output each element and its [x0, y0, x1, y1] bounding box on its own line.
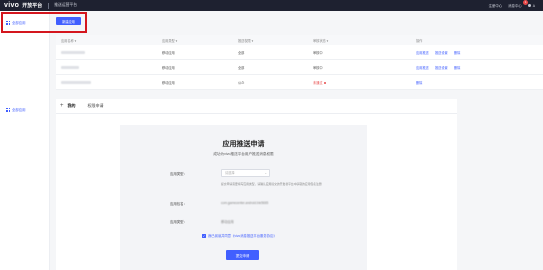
tab-permission-apply[interactable]: 权限申请 — [88, 103, 104, 109]
table-row: 移动应用 公众 未通过 删除 — [56, 75, 543, 90]
action-delete[interactable]: 删除 — [416, 80, 422, 85]
app-type: 移动应用 — [162, 66, 175, 70]
package-name-value: com.gamecenter.android.ble5665 — [221, 201, 269, 205]
review-status-rejected: 未通过 — [313, 80, 327, 85]
header-push-permission[interactable]: 推送权限 ▾ — [238, 38, 253, 43]
table-row: 移动应用 全部 审核中 应用推送 推送设置 删除 — [56, 45, 543, 60]
sidebar-item-label: 全部应用 — [12, 108, 26, 112]
select-placeholder: 请选择 — [225, 171, 235, 175]
user-avatar-icon — [527, 3, 532, 8]
app-type-value: 移动应用 — [221, 220, 234, 224]
tab-mine[interactable]: 我的 — [68, 103, 76, 109]
form-title: 应用推送申请 — [222, 141, 265, 148]
topbar-link-messages[interactable]: 消息中心 1 — [508, 0, 529, 8]
field-app-type-label: 应用类型： — [170, 220, 187, 224]
app-name-redacted — [61, 66, 79, 69]
header-app-name[interactable]: 应用名称 ▾ — [61, 38, 76, 43]
app-name-redacted — [61, 51, 85, 54]
action-app-push[interactable]: 应用推送 — [416, 50, 429, 55]
panel-tabs: + 我的 权限申请 — [56, 99, 457, 113]
app-type: 移动应用 — [162, 81, 175, 85]
divider — [56, 113, 457, 114]
header-review-status[interactable]: 审核状态 ▾ — [313, 38, 328, 43]
application-form: 应用推送申请 成功为vivo推送平台用户推送消息权限 应用类型： 请选择 ⌄ 提… — [120, 125, 367, 270]
chevron-down-icon: ⌄ — [264, 171, 267, 175]
action-delete[interactable]: 删除 — [454, 50, 460, 55]
warning-icon[interactable] — [323, 81, 327, 85]
add-icon[interactable]: + — [60, 103, 64, 109]
field-hint: 提交申请需要填写应用类型，请确认应用提交的开发者平台中获取的应用包名注册 — [221, 182, 322, 186]
product-name: 推送运营平台 — [54, 3, 78, 7]
app-type: 移动应用 — [162, 51, 175, 55]
highlight-box — [1, 12, 87, 33]
field-app-category-label: 应用类型： — [170, 172, 187, 176]
top-navigation-bar: vivo 开放平台 推送运营平台 注册中心 消息中心 1 A — [0, 0, 543, 11]
divider — [48, 2, 50, 9]
topbar-link-register[interactable]: 注册中心 — [489, 3, 503, 8]
checkbox-checked-icon[interactable]: ✓ — [202, 233, 206, 238]
app-category-select[interactable]: 请选择 ⌄ — [221, 169, 270, 177]
user-name: A — [532, 3, 535, 8]
vivo-logo[interactable]: vivo — [4, 2, 19, 9]
field-package-name-label: 应用包名： — [170, 202, 187, 206]
messages-label: 消息中心 — [508, 4, 522, 8]
permission-panel: + 我的 权限申请 应用推送申请 成功为vivo推送平台用户推送消息权限 应用类… — [56, 99, 457, 270]
review-status: 审核中 — [313, 66, 323, 70]
agreement-checkbox-row[interactable]: ✓ 我已阅读并同意《vivo消息推送平台服务协议》 — [202, 233, 277, 238]
topbar-actions: 注册中心 消息中心 1 A — [489, 0, 535, 11]
header-app-type[interactable]: 应用类型 ▾ — [162, 38, 177, 43]
action-push-settings[interactable]: 推送设置 — [435, 65, 448, 70]
form-subtitle: 成功为vivo推送平台用户推送消息权限 — [213, 152, 274, 156]
push-permission: 全部 — [238, 51, 245, 55]
agreement-text[interactable]: 我已阅读并同意《vivo消息推送平台服务协议》 — [208, 233, 277, 238]
action-push-settings[interactable]: 推送设置 — [435, 50, 448, 55]
table-header: 应用名称 ▾ 应用类型 ▾ 推送权限 ▾ 审核状态 ▾ 操作 — [56, 35, 543, 45]
sidebar-item-all-apps[interactable]: 全部应用 — [6, 107, 26, 112]
platform-name: 开放平台 — [22, 3, 43, 9]
action-app-push[interactable]: 应用推送 — [416, 65, 429, 70]
sidebar — [0, 11, 50, 270]
push-permission: 全部 — [238, 66, 245, 70]
table-row: 移动应用 全部 审核中 应用推送 推送设置 删除 — [56, 60, 543, 75]
action-delete[interactable]: 删除 — [454, 65, 460, 70]
app-name-redacted — [61, 81, 91, 84]
push-permission: 公众 — [238, 81, 245, 85]
grid-icon — [6, 107, 10, 112]
user-menu[interactable]: A — [527, 3, 535, 8]
header-actions: 操作 — [416, 39, 423, 43]
submit-application-button[interactable]: 提交申请 — [226, 250, 259, 260]
review-status: 审核中 — [313, 51, 323, 55]
